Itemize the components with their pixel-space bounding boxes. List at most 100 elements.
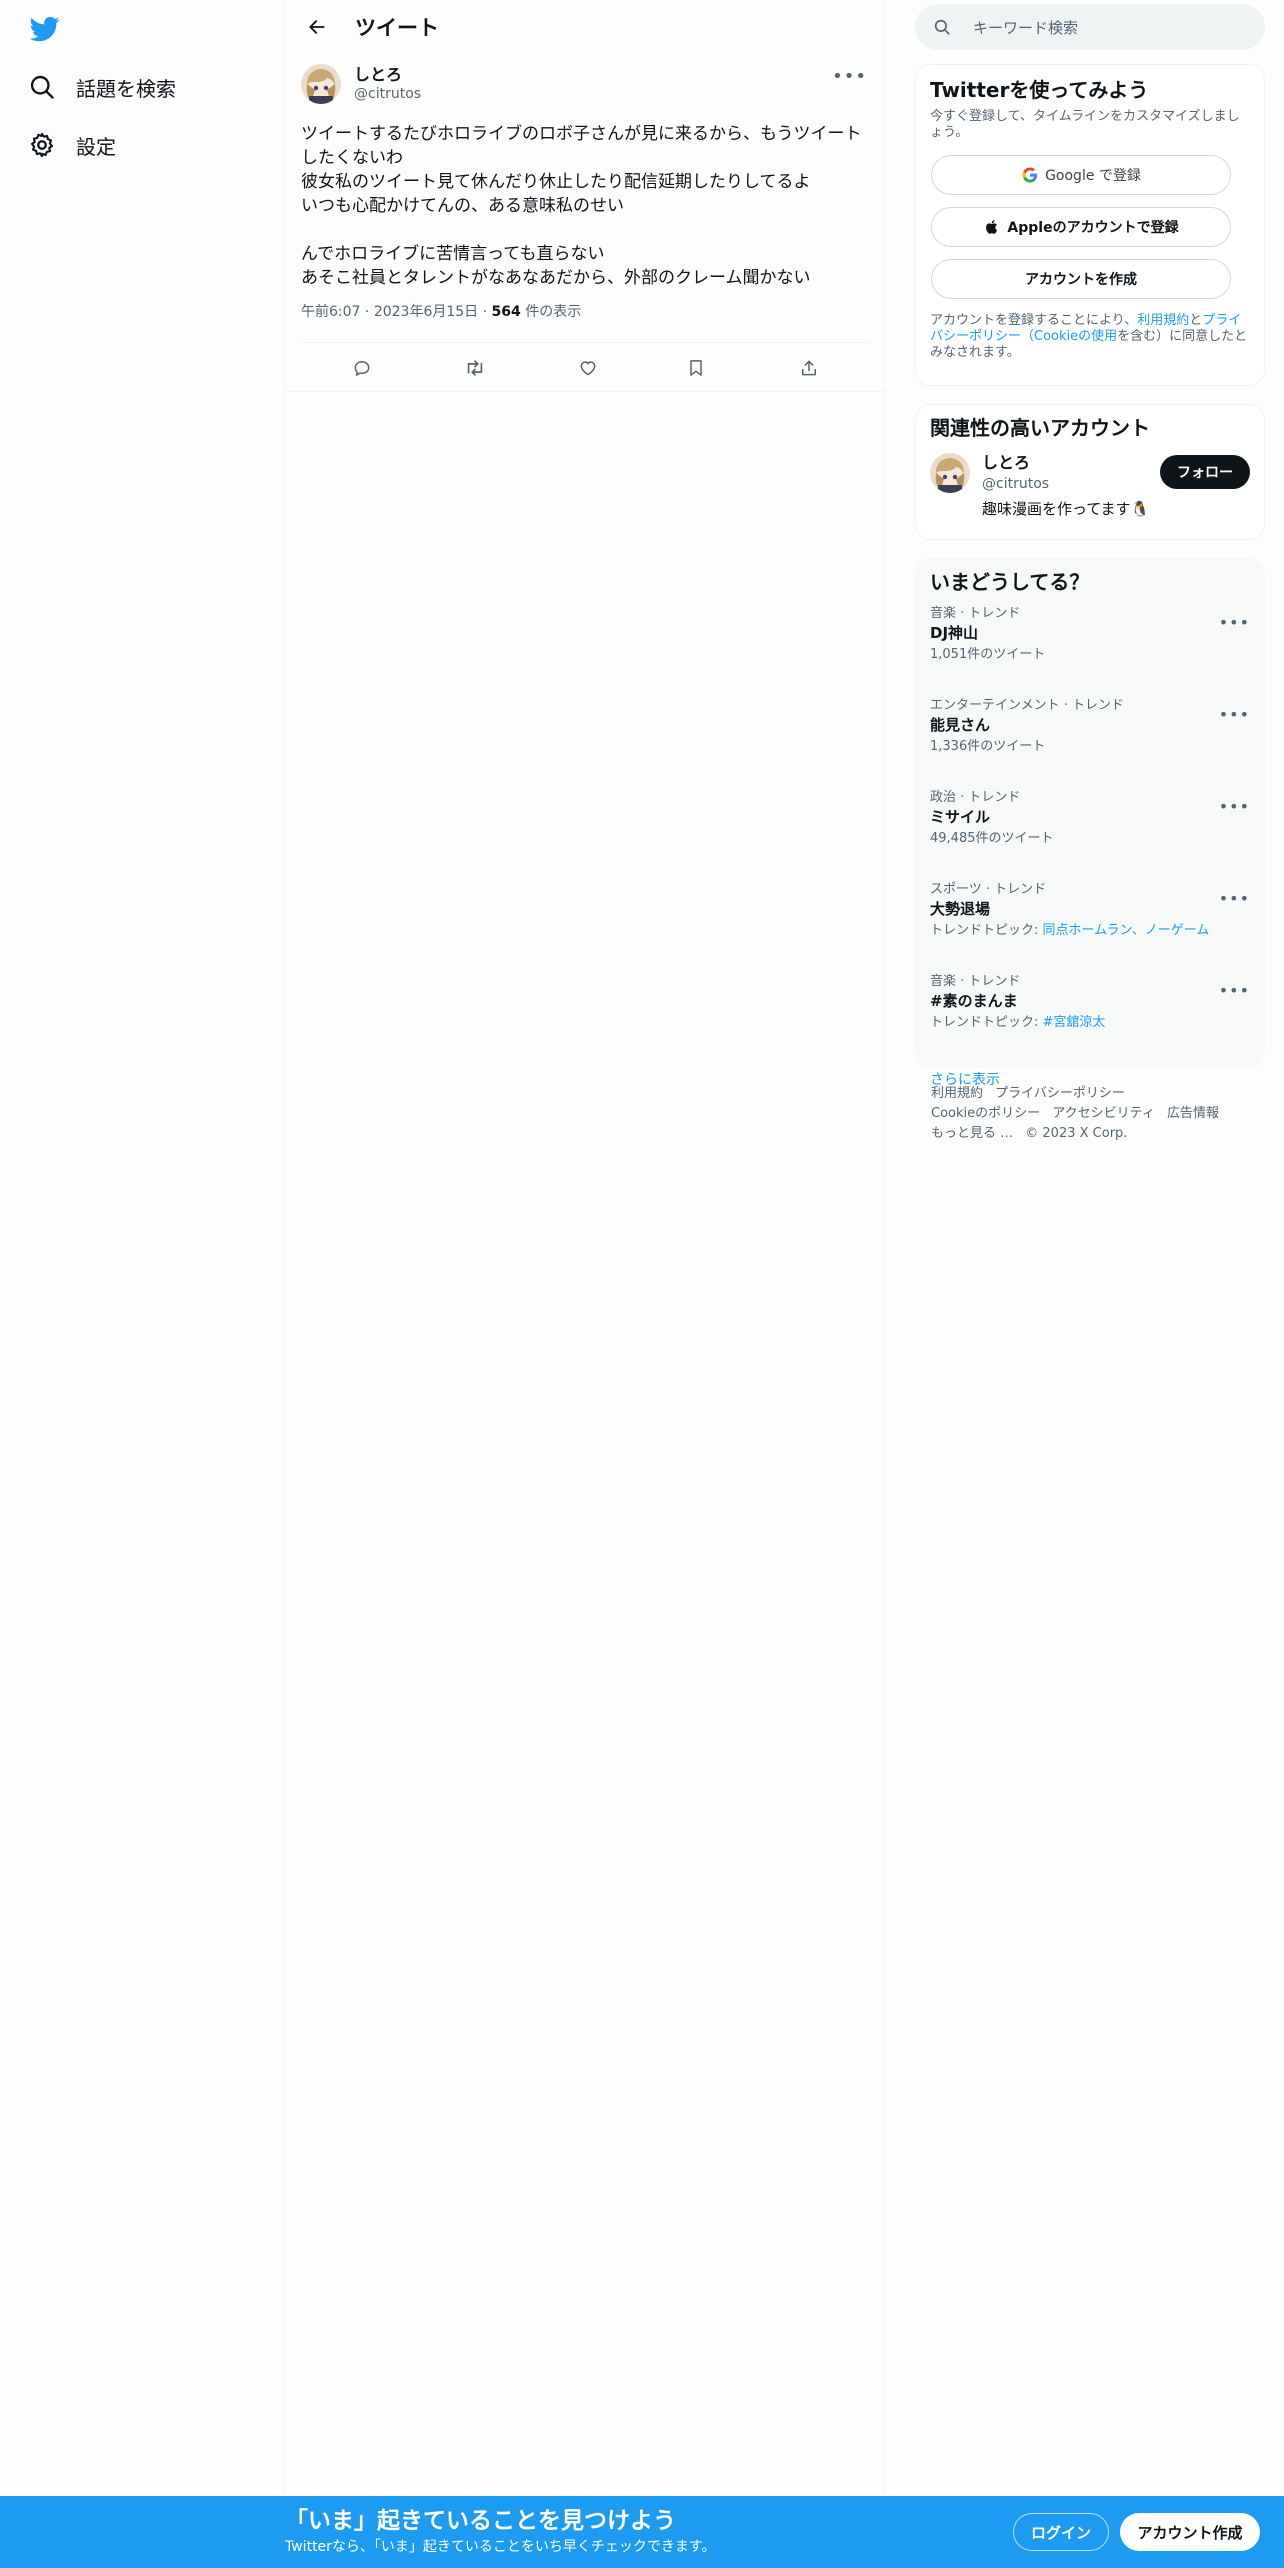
- related-name[interactable]: しとろ: [982, 453, 1030, 473]
- search-icon: [934, 19, 950, 35]
- nav-item-explore[interactable]: 話題を検索: [28, 67, 176, 107]
- footer-link[interactable]: 広告情報: [1167, 1104, 1219, 1124]
- footer-link[interactable]: Cookieのポリシー: [931, 1104, 1040, 1124]
- retweet-icon: [467, 360, 483, 376]
- trend-count: 1,051件のツイート: [930, 647, 1046, 662]
- trend-category: エンターテインメント · トレンド: [930, 698, 1125, 713]
- trend-topic-link[interactable]: #宮舘涼太: [1043, 1015, 1106, 1030]
- author-handle[interactable]: @citrutos: [354, 85, 421, 104]
- topbar: ツイート: [285, 0, 885, 54]
- reply-button[interactable]: [348, 354, 376, 382]
- bookmark-button[interactable]: [682, 354, 710, 382]
- nav-label-settings: 設定: [76, 134, 116, 159]
- create-account-button[interactable]: アカウントを作成: [931, 259, 1231, 299]
- login-button[interactable]: ログイン: [1013, 2513, 1109, 2551]
- back-button[interactable]: [301, 11, 333, 43]
- more-options-icon[interactable]: •••: [1219, 705, 1250, 724]
- trend-name: DJ神山: [930, 624, 979, 642]
- search-input[interactable]: キーワード検索: [973, 17, 1078, 38]
- more-options-icon[interactable]: •••: [1219, 797, 1250, 816]
- avatar-image: [930, 453, 970, 493]
- related-bio: 趣味漫画を作ってます🐧: [982, 500, 1150, 518]
- trend-item[interactable]: 政治 · トレンド ミサイル 49,485件のツイート •••: [930, 789, 1250, 871]
- cookie-link[interactable]: Cookieの使用: [1034, 329, 1117, 344]
- footer-link[interactable]: もっと見る …: [931, 1124, 1013, 1144]
- tweet-header: しとろ @citrutos •••: [301, 62, 869, 106]
- copyright: © 2023 X Corp.: [1025, 1126, 1128, 1141]
- share-button[interactable]: [795, 354, 823, 382]
- tweet-author: しとろ @citrutos: [354, 65, 421, 104]
- like-button[interactable]: [574, 354, 602, 382]
- nav-item-settings[interactable]: 設定: [28, 125, 116, 165]
- tweet-text: ツイートするたびホロライブのロボ子さんが見に来るから、もうツイートしたくないわ …: [301, 124, 862, 288]
- bookmark-icon: [690, 360, 702, 376]
- signup-button[interactable]: アカウント作成: [1120, 2513, 1260, 2551]
- avatar-image: [301, 64, 341, 104]
- terms-link[interactable]: 利用規約: [1137, 313, 1189, 328]
- footer-links: 利用規約 プライバシーポリシー Cookieのポリシー アクセシビリティ 広告情…: [931, 1084, 1251, 1144]
- page-title: ツイート: [355, 16, 439, 40]
- trend-item[interactable]: 音楽 · トレンド DJ神山 1,051件のツイート •••: [930, 605, 1250, 687]
- retweet-button[interactable]: [461, 354, 489, 382]
- trend-topic-label: トレンドトピック:: [930, 923, 1043, 938]
- trend-item[interactable]: スポーツ · トレンド 大勢退場 トレンドトピック: 同点ホームラン、ノーゲーム…: [930, 881, 1250, 963]
- bottom-bar-subtitle: Twitterなら、「いま」起きていることをいち早くチェックできます。: [285, 2539, 716, 2555]
- trend-topics: トレンドトピック: 同点ホームラン、ノーゲーム: [930, 921, 1250, 941]
- create-account-label: アカウントを作成: [1025, 272, 1137, 288]
- google-icon: [1022, 167, 1038, 183]
- trend-name: ミサイル: [930, 808, 991, 826]
- more-options-icon[interactable]: •••: [1219, 613, 1250, 632]
- trend-name: 能見さん: [930, 716, 991, 734]
- author-name[interactable]: しとろ: [354, 65, 421, 85]
- trends-title: いまどうしてる？: [930, 570, 1090, 594]
- trend-name: 大勢退場: [930, 900, 991, 918]
- trend-count: 49,485件のツイート: [930, 831, 1054, 846]
- gear-icon: [30, 132, 54, 158]
- legal-text-and: と: [1189, 313, 1203, 328]
- divider: [301, 342, 869, 343]
- signup-title: Twitterを使ってみよう: [930, 78, 1149, 102]
- footer-link[interactable]: 利用規約: [931, 1084, 983, 1104]
- apple-signup-button[interactable]: Appleのアカウントで登録: [931, 207, 1231, 247]
- trend-category: スポーツ · トレンド: [930, 882, 1047, 897]
- related-accounts-card: 関連性の高いアカウント しとろ @citrutos 趣味漫画を作ってます🐧 フォ…: [915, 404, 1265, 540]
- google-signup-button[interactable]: Google で登録: [931, 155, 1231, 195]
- trend-topics: トレンドトピック: #宮舘涼太: [930, 1013, 1250, 1033]
- trend-item[interactable]: エンターテインメント · トレンド 能見さん 1,336件のツイート •••: [930, 697, 1250, 779]
- left-sidebar: 話題を検索 設定: [0, 0, 285, 2496]
- follow-button[interactable]: フォロー: [1160, 455, 1250, 489]
- bottom-signup-bar: 「いま」起きていることを見つけよう Twitterなら、「いま」起きていることを…: [0, 2496, 1284, 2568]
- signup-card: Twitterを使ってみよう 今すぐ登録して、タイムラインをカスタマイズしましょ…: [915, 64, 1265, 386]
- trend-item[interactable]: 音楽 · トレンド #素のまんま トレンドトピック: #宮舘涼太 •••: [930, 973, 1250, 1055]
- main-column: ツイート しとろ @citrutos ••• ツイートするたびホロライブのロボ子…: [285, 0, 885, 2496]
- related-account-row[interactable]: しとろ @citrutos 趣味漫画を作ってます🐧 フォロー: [930, 453, 1250, 523]
- footer-link[interactable]: アクセシビリティ: [1052, 1104, 1155, 1124]
- reply-icon: [354, 361, 370, 376]
- trends-card: いまどうしてる？ 音楽 · トレンド DJ神山 1,051件のツイート ••• …: [915, 558, 1265, 1088]
- divider: [285, 391, 885, 392]
- trend-category: 音楽 · トレンド: [930, 606, 1021, 621]
- nav-label-explore: 話題を検索: [76, 76, 176, 101]
- search-icon: [30, 75, 54, 99]
- tweet-actions: [285, 280, 885, 392]
- more-options-icon[interactable]: •••: [832, 66, 867, 87]
- more-options-icon[interactable]: •••: [1219, 889, 1250, 908]
- trend-topic-link[interactable]: 同点ホームラン、ノーゲーム: [1043, 923, 1210, 938]
- footer-link[interactable]: プライバシーポリシー: [995, 1084, 1125, 1104]
- avatar[interactable]: [301, 64, 341, 104]
- related-handle[interactable]: @citrutos: [982, 475, 1049, 493]
- google-signup-label: Google で登録: [1045, 168, 1141, 184]
- twitter-bird-icon[interactable]: [28, 14, 62, 44]
- bottom-bar-title: 「いま」起きていることを見つけよう: [285, 2508, 676, 2534]
- apple-icon: [986, 220, 998, 234]
- search-box[interactable]: キーワード検索: [915, 4, 1265, 50]
- share-icon: [802, 360, 816, 376]
- avatar[interactable]: [930, 453, 970, 493]
- heart-icon: [580, 361, 596, 376]
- signup-subtitle: 今すぐ登録して、タイムラインをカスタマイズしましょう。: [930, 109, 1240, 140]
- legal-text-pre: アカウントを登録することにより、: [930, 313, 1138, 328]
- trend-category: 政治 · トレンド: [930, 790, 1021, 805]
- more-options-icon[interactable]: •••: [1219, 981, 1250, 1000]
- arrow-left-icon: [309, 20, 325, 34]
- trend-count: 1,336件のツイート: [930, 739, 1046, 754]
